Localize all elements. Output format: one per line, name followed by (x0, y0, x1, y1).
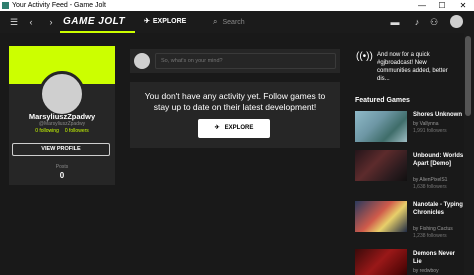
minimize-button[interactable]: — (414, 0, 430, 11)
explore-button-label: EXPLORE (224, 125, 254, 131)
broadcast-icon: ((•)) (356, 51, 373, 62)
explore-nav-label: EXPLORE (152, 18, 187, 25)
game-title[interactable]: Nanotale - Typing Chronicles (413, 201, 465, 217)
profile-handle: @MarsyliuszZpadwy (38, 121, 86, 127)
game-title[interactable]: Demons Never Lie (413, 250, 465, 266)
view-profile-button[interactable]: VIEW PROFILE (12, 143, 110, 156)
game-thumbnail[interactable] (355, 201, 407, 232)
notifications-icon[interactable]: ♪ (411, 16, 423, 28)
following-count[interactable]: 0 following (35, 128, 59, 134)
broadcast-message[interactable]: And now for a quick #gjbroadcast! New co… (377, 51, 461, 83)
chat-icon[interactable]: ▬ (389, 16, 401, 28)
window-title: Your Activity Feed - Game Jolt (12, 2, 106, 9)
search-input[interactable]: ⌕ Search (213, 11, 245, 33)
game-title[interactable]: Shores Unknown (413, 111, 465, 119)
maximize-button[interactable]: ☐ (434, 0, 450, 11)
posts-label: Posts (55, 164, 69, 170)
game-thumbnail[interactable] (355, 111, 407, 142)
active-nav-indicator (60, 31, 135, 33)
forward-icon[interactable]: › (46, 11, 56, 33)
explore-button[interactable]: ✈ EXPLORE (198, 119, 270, 138)
empty-feed-message: You don't have any activity yet. Follow … (144, 91, 326, 112)
search-placeholder: Search (222, 19, 245, 26)
composer-input[interactable]: So, what's on your mind? (155, 53, 336, 69)
game-developer[interactable]: by redwboy (413, 268, 439, 274)
top-navigation: ☰ ‹ › GAME JOLT ✈ EXPLORE ⌕ Search ▬ ♪ ⚇ (0, 11, 474, 33)
scrollbar-thumb[interactable] (465, 36, 471, 116)
back-icon[interactable]: ‹ (26, 11, 36, 33)
featured-games-heading: Featured Games (355, 97, 410, 104)
game-followers: 1,238 followers (413, 233, 447, 239)
game-developer[interactable]: by Vallynna (413, 121, 438, 127)
game-followers: 1,638 followers (413, 184, 447, 190)
profile-stats: 0 following 0 followers (9, 128, 115, 134)
user-avatar[interactable] (450, 15, 463, 28)
profile-avatar[interactable] (39, 71, 85, 117)
composer-avatar (134, 53, 150, 69)
game-thumbnail[interactable] (355, 150, 407, 181)
explore-nav-link[interactable]: ✈ EXPLORE (144, 11, 186, 33)
menu-icon[interactable]: ☰ (6, 11, 22, 33)
window-title-bar: Your Activity Feed - Game Jolt — ☐ ✕ (0, 0, 474, 11)
game-developer[interactable]: by Fishing Cactus (413, 226, 453, 232)
game-title[interactable]: Unbound: Worlds Apart [Demo] (413, 152, 465, 168)
explore-icon: ✈ (214, 125, 220, 131)
profile-name[interactable]: MarsyliuszZpadwy (9, 112, 115, 121)
friends-icon[interactable]: ⚇ (428, 16, 440, 28)
game-followers: 1,991 followers (413, 128, 447, 134)
game-thumbnail[interactable] (355, 249, 407, 275)
game-jolt-logo[interactable]: GAME JOLT (63, 14, 133, 30)
explore-icon: ✈ (144, 18, 150, 25)
search-icon: ⌕ (213, 17, 218, 26)
followers-count[interactable]: 0 followers (65, 128, 89, 134)
app-icon (2, 2, 9, 9)
game-developer[interactable]: by AlienPixelS1 (413, 177, 447, 183)
posts-count: 0 (59, 171, 65, 180)
close-button[interactable]: ✕ (455, 0, 471, 11)
